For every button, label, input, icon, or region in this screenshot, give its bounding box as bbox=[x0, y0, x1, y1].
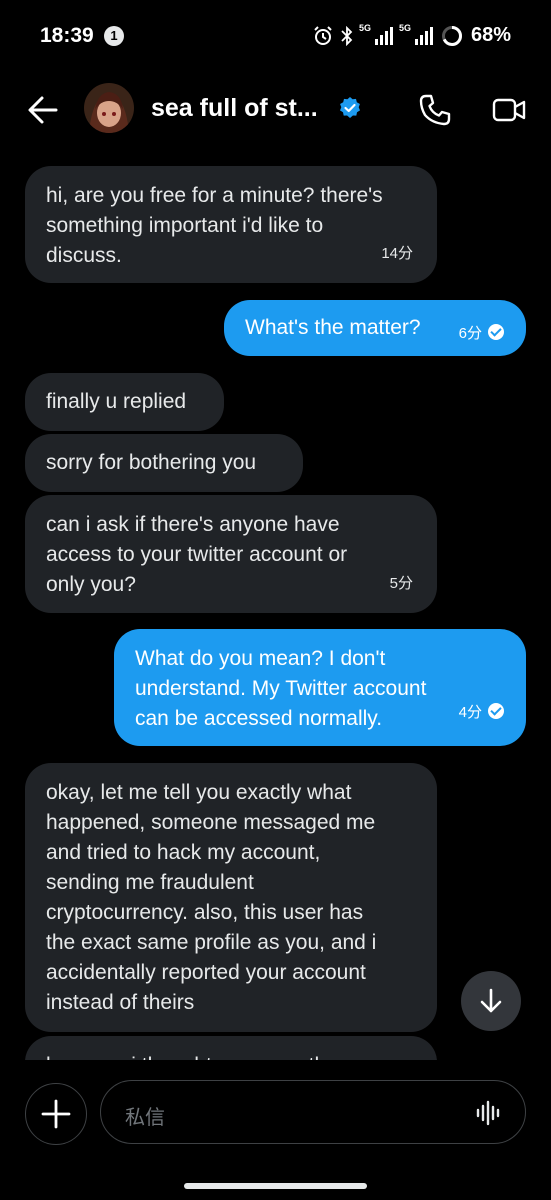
message-line: only you? bbox=[46, 573, 136, 596]
message-line: something important i'd like to bbox=[46, 214, 324, 237]
message-input-placeholder: 私信 bbox=[125, 1107, 165, 1129]
message-bubble-received[interactable]: hi, are you free for a minute? there's s… bbox=[25, 166, 437, 283]
read-check-icon bbox=[488, 324, 504, 340]
bluetooth-icon bbox=[341, 25, 353, 46]
message-line: because i thought you were the one bbox=[46, 1051, 416, 1060]
message-timestamp: 5分 bbox=[389, 575, 413, 592]
voice-wave-icon[interactable] bbox=[475, 1099, 503, 1127]
network-type-2: 5G bbox=[398, 22, 411, 33]
add-attachment-button[interactable] bbox=[25, 1083, 87, 1145]
message-line: sending me fraudulent bbox=[46, 871, 254, 894]
message-timestamp: 14分 bbox=[381, 245, 413, 262]
message-composer: 私信 bbox=[0, 1076, 551, 1150]
battery-ring-icon bbox=[441, 25, 462, 46]
timestamp-text: 4分 bbox=[458, 704, 482, 721]
message-line: sorry for bothering you bbox=[46, 451, 257, 474]
signal-icon-2: 5G bbox=[399, 23, 433, 45]
read-check-icon bbox=[488, 703, 504, 719]
status-bar: 18:39 1 5G 5G 68% bbox=[0, 0, 551, 72]
notification-count-badge: 1 bbox=[104, 26, 124, 46]
message-line: can be accessed normally. bbox=[135, 707, 383, 730]
message-line: instead of theirs bbox=[46, 991, 195, 1014]
message-input[interactable]: 私信 bbox=[100, 1080, 526, 1144]
message-line: the exact same profile as you, and i bbox=[46, 931, 377, 954]
message-line: happened, someone messaged me bbox=[46, 811, 376, 834]
message-bubble-received[interactable]: can i ask if there's anyone have access … bbox=[25, 495, 437, 613]
message-timestamp: 4分 bbox=[459, 698, 504, 728]
message-line: What do you mean? I don't bbox=[135, 647, 386, 670]
message-line: okay, let me tell you exactly what bbox=[46, 781, 352, 804]
status-time: 18:39 bbox=[40, 24, 94, 47]
message-bubble-sent[interactable]: What do you mean? I don't understand. My… bbox=[114, 629, 526, 746]
video-camera-icon[interactable] bbox=[492, 96, 526, 124]
message-bubble-received[interactable]: sorry for bothering you bbox=[25, 434, 303, 492]
message-bubble-sent[interactable]: What's the matter? 6分 bbox=[224, 300, 526, 356]
scroll-to-bottom-button[interactable] bbox=[461, 971, 521, 1031]
message-timestamp: 6分 bbox=[459, 319, 504, 349]
message-bubble-received[interactable]: finally u replied bbox=[25, 373, 224, 431]
avatar-image bbox=[84, 83, 134, 133]
message-line: can i ask if there's anyone have bbox=[46, 513, 340, 536]
message-line: and tried to hack my account, bbox=[46, 841, 321, 864]
contact-name[interactable]: sea full of st... bbox=[151, 94, 318, 123]
message-line: understand. My Twitter account bbox=[135, 677, 427, 700]
avatar[interactable] bbox=[84, 83, 134, 133]
message-line: access to your twitter account or bbox=[46, 543, 348, 566]
network-type-1: 5G bbox=[358, 22, 371, 33]
message-bubble-received[interactable]: okay, let me tell you exactly what happe… bbox=[25, 763, 437, 1032]
status-icons: 5G 5G 68% bbox=[313, 23, 511, 47]
alarm-icon bbox=[314, 25, 332, 45]
signal-icon-1: 5G bbox=[359, 23, 393, 45]
home-indicator[interactable] bbox=[184, 1183, 367, 1189]
timestamp-text: 6分 bbox=[458, 325, 482, 342]
message-line: discuss. bbox=[46, 244, 122, 267]
message-list[interactable]: hi, are you free for a minute? there's s… bbox=[0, 164, 551, 1060]
message-line: What's the matter? bbox=[245, 316, 421, 339]
plus-icon bbox=[41, 1099, 71, 1129]
back-arrow-icon[interactable] bbox=[26, 94, 60, 126]
message-line: hi, are you free for a minute? there's bbox=[46, 184, 383, 207]
message-line: accidentally reported your account bbox=[46, 961, 366, 984]
battery-percent: 68% bbox=[470, 24, 511, 46]
arrow-down-icon bbox=[480, 988, 502, 1013]
verified-badge-icon bbox=[340, 97, 360, 118]
message-line: cryptocurrency. also, this user has bbox=[46, 901, 364, 924]
message-bubble-received[interactable]: because i thought you were the one bbox=[25, 1036, 437, 1060]
message-line: finally u replied bbox=[46, 390, 187, 413]
conversation-header: sea full of st... bbox=[0, 80, 551, 140]
phone-icon[interactable] bbox=[418, 93, 452, 127]
